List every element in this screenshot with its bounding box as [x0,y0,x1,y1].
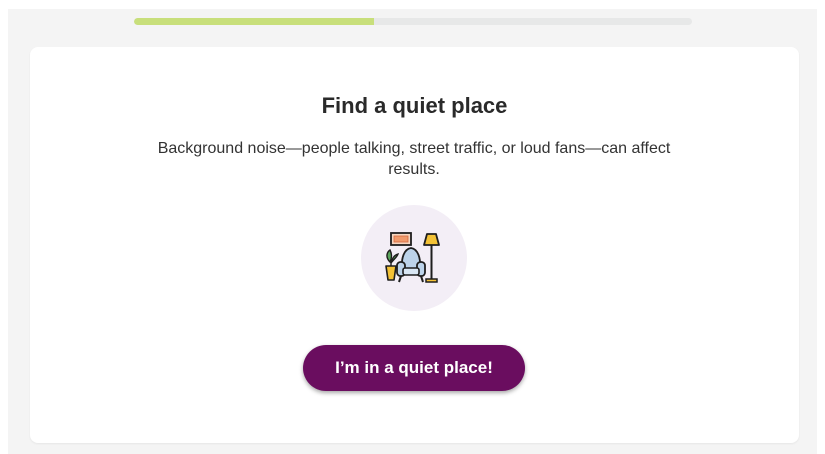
page-background: Find a quiet place Background noise—peop… [8,9,817,454]
quiet-place-confirm-button[interactable]: I’m in a quiet place! [303,345,525,391]
progress-bar [134,18,692,25]
card-title: Find a quiet place [321,93,508,118]
card-description: Background noise—people talking, street … [157,140,671,178]
quiet-room-armchair-lamp-icon [385,232,440,283]
instruction-card: Find a quiet place Background noise—peop… [30,47,799,443]
progress-bar-fill [134,18,374,25]
quiet-room-illustration [361,205,467,311]
